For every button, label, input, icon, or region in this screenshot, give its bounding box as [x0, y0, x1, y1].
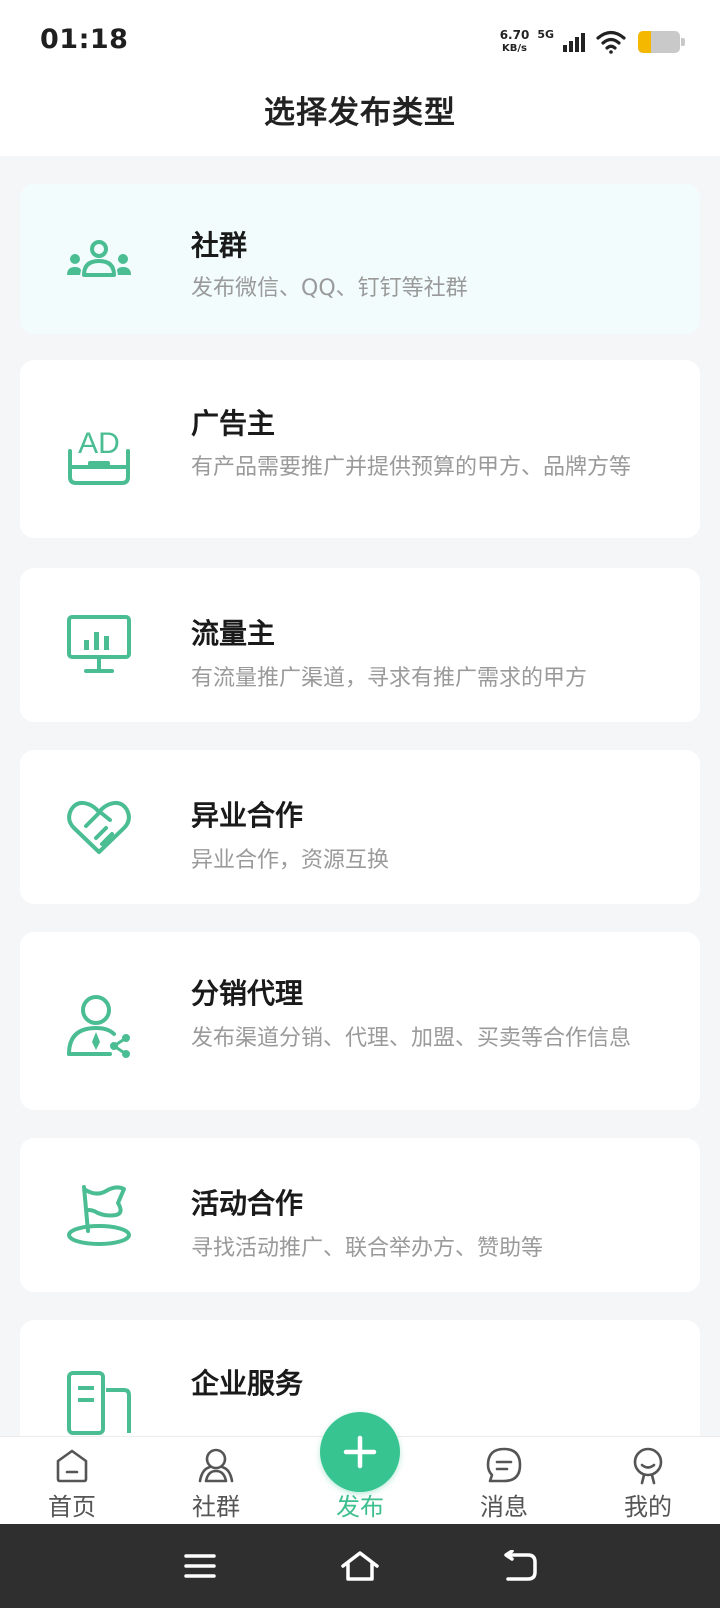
category-card-advertiser[interactable]: AD 广告主 有产品需要推广并提供预算的甲方、品牌方等 — [20, 360, 700, 538]
network-speed-value: 6.70 — [499, 28, 530, 42]
home-key-button[interactable] — [338, 1544, 382, 1588]
home-key-icon — [341, 1551, 379, 1581]
menu-icon — [184, 1554, 216, 1578]
category-title: 社群 — [191, 229, 248, 262]
network-type: 5G — [537, 27, 554, 41]
category-card-distribution[interactable]: 分销代理 发布渠道分销、代理、加盟、买卖等合作信息 — [20, 932, 700, 1110]
signal-icon — [563, 33, 585, 52]
page-title: 选择发布类型 — [264, 95, 456, 131]
wifi-icon — [596, 30, 626, 54]
back-icon — [504, 1550, 537, 1581]
category-card-cross-industry[interactable]: 异业合作 异业合作，资源互换 — [20, 750, 700, 904]
category-card-community[interactable]: 社群 发布微信、QQ、钉钉等社群 — [20, 184, 700, 334]
agent-share-icon — [66, 992, 132, 1058]
monitor-chart-icon — [66, 612, 132, 678]
network-speed-unit: KB/s — [502, 43, 527, 54]
category-desc: 有产品需要推广并提供预算的甲方、品牌方等 — [191, 455, 632, 480]
nav-label: 我的 — [624, 1493, 672, 1521]
ad-icon: AD — [66, 422, 132, 488]
category-title: 广告主 — [191, 407, 276, 440]
community-icon — [66, 228, 132, 294]
status-time: 01:18 — [40, 24, 129, 55]
category-title: 流量主 — [191, 617, 276, 650]
flag-icon — [66, 1182, 132, 1248]
category-card-event[interactable]: 活动合作 寻找活动推广、联合举办方、赞助等 — [20, 1138, 700, 1292]
nav-label: 发布 — [336, 1493, 384, 1521]
plus-icon — [343, 1435, 377, 1469]
nav-item-community[interactable]: 社群 — [161, 1437, 271, 1525]
publish-button[interactable] — [320, 1412, 400, 1492]
nav-label: 首页 — [48, 1493, 96, 1521]
battery-icon — [638, 31, 685, 53]
nav-label: 社群 — [192, 1493, 240, 1521]
category-desc: 有流量推广渠道，寻求有推广需求的甲方 — [191, 666, 588, 691]
profile-icon — [633, 1447, 663, 1485]
nav-item-home[interactable]: 首页 — [17, 1437, 127, 1525]
category-title: 分销代理 — [191, 977, 304, 1010]
category-desc: 寻找活动推广、联合举办方、赞助等 — [191, 1236, 544, 1261]
message-icon — [486, 1447, 522, 1483]
category-desc: 发布微信、QQ、钉钉等社群 — [191, 276, 468, 301]
handshake-heart-icon — [66, 794, 132, 860]
system-nav-bar — [0, 1524, 720, 1608]
network-speed: 6.70 KB/s — [500, 29, 530, 55]
status-bar: 01:18 6.70 KB/s 5G — [0, 0, 720, 84]
category-card-traffic-owner[interactable]: 流量主 有流量推广渠道，寻求有推广需求的甲方 — [20, 568, 700, 722]
category-title: 企业服务 — [191, 1367, 304, 1400]
category-title: 活动合作 — [191, 1187, 304, 1220]
svg-text:AD: AD — [78, 427, 120, 460]
category-desc: 异业合作，资源互换 — [191, 848, 390, 873]
nav-item-messages[interactable]: 消息 — [449, 1437, 559, 1525]
home-icon — [56, 1449, 88, 1483]
menu-button[interactable] — [178, 1544, 222, 1588]
category-title: 异业合作 — [191, 799, 304, 832]
nav-label: 消息 — [480, 1493, 528, 1521]
enterprise-service-icon — [66, 1370, 132, 1436]
community-nav-icon — [198, 1448, 234, 1483]
back-button[interactable] — [498, 1544, 542, 1588]
status-indicators: 6.70 KB/s 5G — [500, 26, 685, 58]
category-desc: 发布渠道分销、代理、加盟、买卖等合作信息 — [191, 1026, 632, 1051]
page-header: 选择发布类型 — [0, 84, 720, 156]
nav-item-profile[interactable]: 我的 — [593, 1437, 703, 1525]
